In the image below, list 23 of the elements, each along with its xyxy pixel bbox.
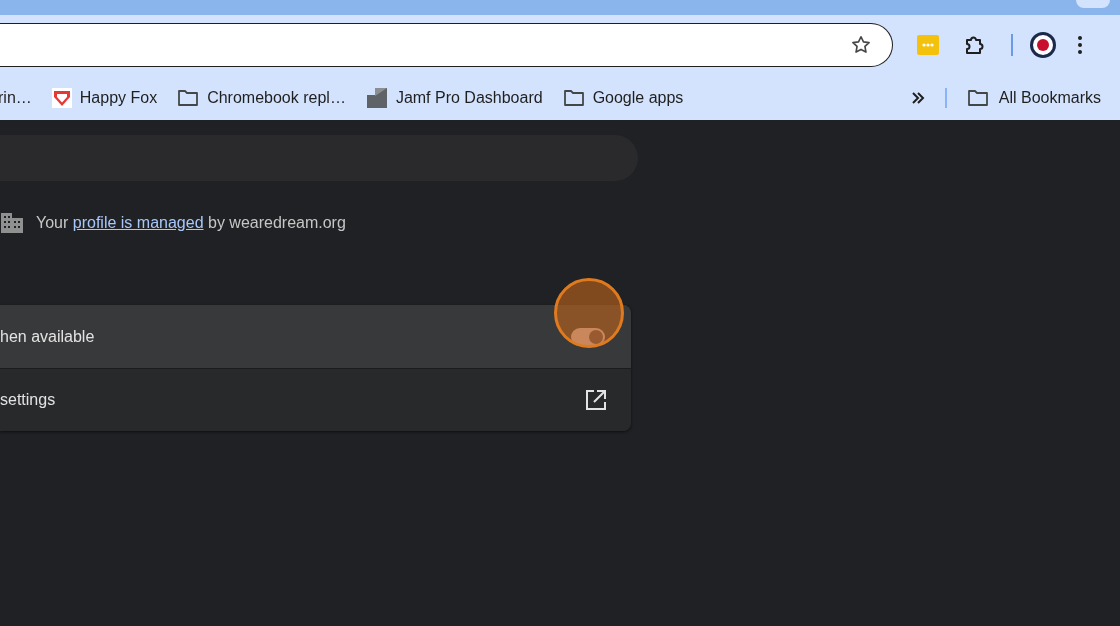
bookmark-item[interactable]: Happy Fox — [51, 85, 158, 110]
managed-text: Your profile is managed by wearedream.org — [36, 213, 346, 233]
setting-label: hen available — [0, 326, 95, 347]
more-menu-icon[interactable] — [1077, 35, 1083, 55]
building-icon — [0, 212, 24, 234]
address-bar[interactable] — [0, 23, 893, 67]
toggle-switch[interactable] — [571, 327, 605, 346]
folder-icon — [562, 88, 585, 107]
chevrons-icon[interactable] — [910, 91, 925, 104]
bookmark-item[interactable]: Chromebook repl… — [177, 85, 346, 110]
star-icon[interactable] — [850, 34, 872, 56]
folder-icon — [966, 88, 989, 107]
settings-row[interactable]: hen available — [0, 305, 631, 368]
settings-row[interactable]: settings — [0, 368, 631, 431]
folder-icon — [177, 88, 200, 107]
managed-link[interactable]: profile is managed — [72, 214, 204, 231]
bookmark-item[interactable]: Jamf Pro Dashboard — [365, 85, 543, 110]
shield-icon — [51, 87, 72, 108]
all-bookmarks-item[interactable]: All Bookmarks — [966, 85, 1101, 110]
external-link-icon[interactable] — [585, 389, 607, 411]
avatar-icon[interactable] — [1029, 31, 1057, 59]
setting-label: settings — [0, 390, 56, 410]
bookmark-item[interactable]: Google apps — [562, 85, 684, 110]
